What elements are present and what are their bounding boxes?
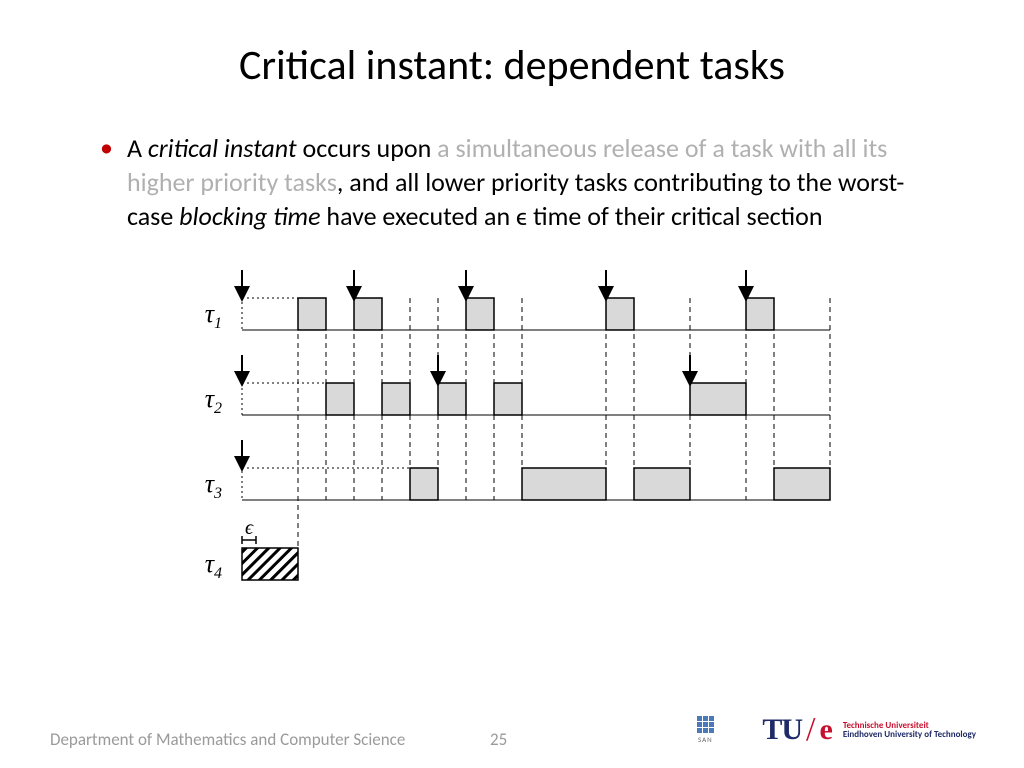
text-occurs: occurs upon <box>297 132 437 164</box>
text-a: A <box>127 132 148 164</box>
bullet-marker: • <box>100 131 113 163</box>
footer-page-number: 25 <box>490 729 507 750</box>
san-text: SAN <box>698 735 713 744</box>
scheduling-diagram: τ1 τ2 τ3 τ4 ϵ <box>172 258 852 603</box>
text-blocking-time: blocking time <box>179 200 320 232</box>
slide-title: Critical instant: dependent tasks <box>50 40 974 91</box>
text-critical-instant: critical instant <box>148 132 297 164</box>
footer-logos: SAN TU/e Technische Universiteit Eindhov… <box>688 710 976 750</box>
tue-tu: TU <box>762 713 802 747</box>
slide-footer: Department of Mathematics and Computer S… <box>0 729 1024 750</box>
san-logo: SAN <box>688 710 722 750</box>
svg-text:τ3: τ3 <box>205 469 222 502</box>
slide-body: • A critical instant occurs upon a simul… <box>50 131 974 603</box>
svg-text:τ2: τ2 <box>205 384 222 417</box>
svg-text:τ4: τ4 <box>205 549 222 582</box>
svg-text:ϵ: ϵ <box>245 517 254 539</box>
tue-slash: / <box>806 711 815 749</box>
svg-text:τ1: τ1 <box>205 299 222 332</box>
tue-line2: Eindhoven University of Technology <box>843 730 976 739</box>
gantt-svg: τ1 τ2 τ3 τ4 ϵ <box>172 258 852 598</box>
bullet-item: • A critical instant occurs upon a simul… <box>100 131 924 233</box>
text-epsilon: have executed an ϵ time of their critica… <box>321 200 823 232</box>
san-grid-icon <box>697 716 714 733</box>
tue-logo: TU/e Technische Universiteit Eindhoven U… <box>762 711 976 749</box>
bullet-text: A critical instant occurs upon a simulta… <box>127 131 924 233</box>
footer-department: Department of Mathematics and Computer S… <box>50 729 405 750</box>
slide: Critical instant: dependent tasks • A cr… <box>0 0 1024 768</box>
tue-text: Technische Universiteit Eindhoven Univer… <box>843 721 976 739</box>
tue-e: e <box>819 713 832 747</box>
